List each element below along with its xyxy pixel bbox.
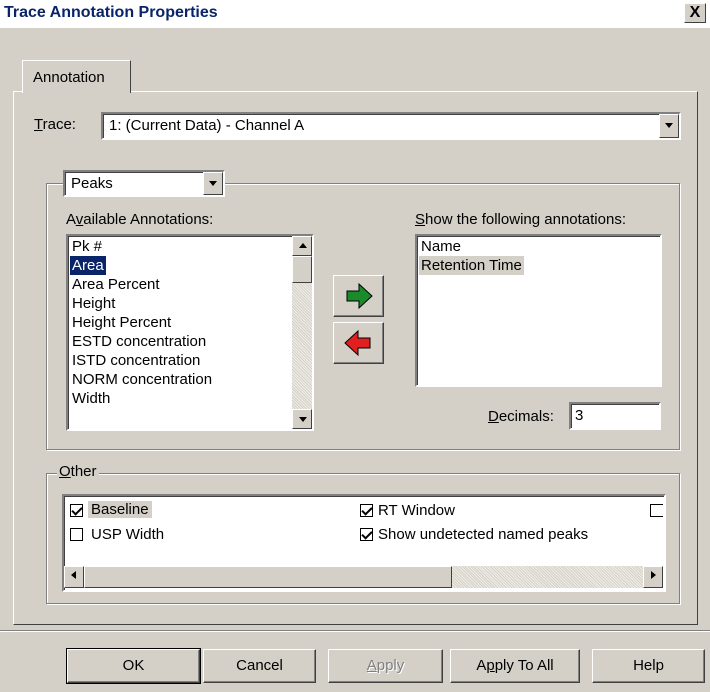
scroll-left-button[interactable] (64, 566, 84, 588)
title-bar: Trace Annotation Properties X (0, 0, 710, 28)
available-annotation-item[interactable]: Height (68, 294, 312, 313)
available-annotation-item-label: Height Percent (72, 314, 172, 331)
shown-annotation-item-label: Retention Time (419, 256, 524, 275)
available-annotation-item[interactable]: ESTD concentration (68, 332, 312, 351)
trace-label: Trace: (34, 116, 76, 133)
footer-separator (0, 630, 710, 632)
other-label-rest: ther (70, 463, 97, 480)
apply-mnemonic: A (366, 657, 377, 674)
rt-window-checkbox[interactable] (360, 504, 373, 517)
other-label-mnemonic: O (59, 463, 71, 480)
trace-label-text: race: (42, 116, 76, 133)
other-options-panel: Baseline RT Window USP Width Show undete… (62, 494, 666, 592)
show-undetected-checkbox[interactable] (360, 528, 373, 541)
available-annotation-item[interactable]: Area Percent (68, 275, 312, 294)
baseline-checkbox-label: Baseline (88, 501, 152, 518)
available-label-pre: A (66, 211, 76, 228)
decimals-label-mnemonic: D (488, 408, 499, 425)
ok-button[interactable]: OK (66, 648, 201, 684)
apply-all-rest: ply To All (494, 657, 554, 674)
window-title: Trace Annotation Properties (4, 4, 218, 21)
remove-annotation-button[interactable] (333, 322, 384, 364)
scroll-right-button[interactable] (643, 566, 663, 588)
trace-select[interactable]: 1: (Current Data) - Channel A (101, 112, 681, 140)
usp-width-checkbox[interactable] (70, 528, 83, 541)
scroll-down-button[interactable] (292, 409, 312, 429)
shown-annotation-item-label: Name (421, 238, 462, 255)
other-group-label: Other (57, 463, 99, 480)
scroll-thumb[interactable] (292, 256, 312, 283)
show-label-rest: how the following annotations: (425, 211, 626, 228)
available-annotation-item-label: Area Percent (72, 276, 160, 293)
available-annotation-item[interactable]: Area (68, 255, 312, 276)
available-label-rest: ailable Annotations: (83, 211, 214, 228)
available-annotation-item-label: ISTD concentration (72, 352, 201, 369)
help-button[interactable]: Help (592, 649, 705, 683)
apply-to-all-button[interactable]: Apply To All (450, 649, 580, 683)
trace-select-value: 1: (Current Data) - Channel A (109, 117, 305, 134)
close-button[interactable]: X (684, 3, 706, 23)
annotation-type-select[interactable]: Peaks (63, 170, 225, 197)
rt-window-checkbox-label: RT Window (378, 502, 455, 519)
apply-all-pre: A (476, 657, 487, 674)
decimals-label: Decimals: (488, 408, 554, 425)
decimals-label-rest: ecimals: (498, 408, 554, 425)
apply-rest: pply (376, 657, 405, 674)
available-annotation-item[interactable]: Pk # (68, 237, 312, 256)
available-annotation-item-label: Height (72, 295, 116, 312)
tab-annotation-label: Annotation (33, 69, 105, 86)
available-annotation-item[interactable]: ISTD concentration (68, 351, 312, 370)
baseline-checkbox[interactable] (70, 504, 83, 517)
available-annotation-item-label: Area (69, 255, 107, 276)
available-annotation-item-label: Width (72, 390, 111, 407)
red-left-arrow-icon (344, 329, 371, 357)
show-label-mnemonic: S (415, 211, 426, 228)
chevron-down-icon[interactable] (659, 114, 679, 138)
partial-checkbox[interactable] (650, 504, 663, 517)
trace-label-mnemonic: T (34, 116, 43, 133)
cancel-button[interactable]: Cancel (203, 649, 316, 683)
available-annotation-item[interactable]: NORM concentration (68, 370, 312, 389)
decimals-input[interactable]: 3 (569, 402, 661, 430)
available-annotation-item-label: Pk # (72, 238, 103, 255)
other-hscrollbar[interactable] (64, 566, 664, 588)
available-annotation-item-label: ESTD concentration (72, 333, 207, 350)
shown-annotation-item[interactable]: Name (417, 237, 660, 256)
available-annotations-list[interactable]: Pk # Area Area Percent Height Height Percent… (66, 234, 314, 431)
apply-button[interactable]: Apply (328, 649, 443, 683)
available-scrollbar[interactable] (292, 236, 312, 429)
green-right-arrow-icon (346, 282, 373, 310)
annotation-type-value: Peaks (71, 175, 113, 192)
chevron-down-icon[interactable] (203, 172, 223, 195)
available-annotation-item[interactable]: Width (68, 389, 312, 408)
hscroll-track[interactable] (452, 566, 643, 588)
usp-width-checkbox-label: USP Width (91, 526, 165, 543)
show-annotations-label: Show the following annotations: (415, 211, 626, 228)
shown-annotations-list[interactable]: Name Retention Time (415, 234, 662, 387)
tab-annotation[interactable]: Annotation (22, 60, 131, 93)
available-annotations-label: Available Annotations: (66, 211, 213, 228)
shown-annotation-item[interactable]: Retention Time (417, 256, 660, 275)
hscroll-thumb[interactable] (84, 566, 452, 588)
available-annotation-item[interactable]: Height Percent (68, 313, 312, 332)
scroll-up-button[interactable] (292, 236, 312, 256)
apply-all-mnemonic: p (486, 657, 495, 674)
show-undetected-checkbox-label: Show undetected named peaks (378, 526, 589, 543)
available-annotation-item-label: NORM concentration (72, 371, 213, 388)
add-annotation-button[interactable] (333, 275, 384, 317)
